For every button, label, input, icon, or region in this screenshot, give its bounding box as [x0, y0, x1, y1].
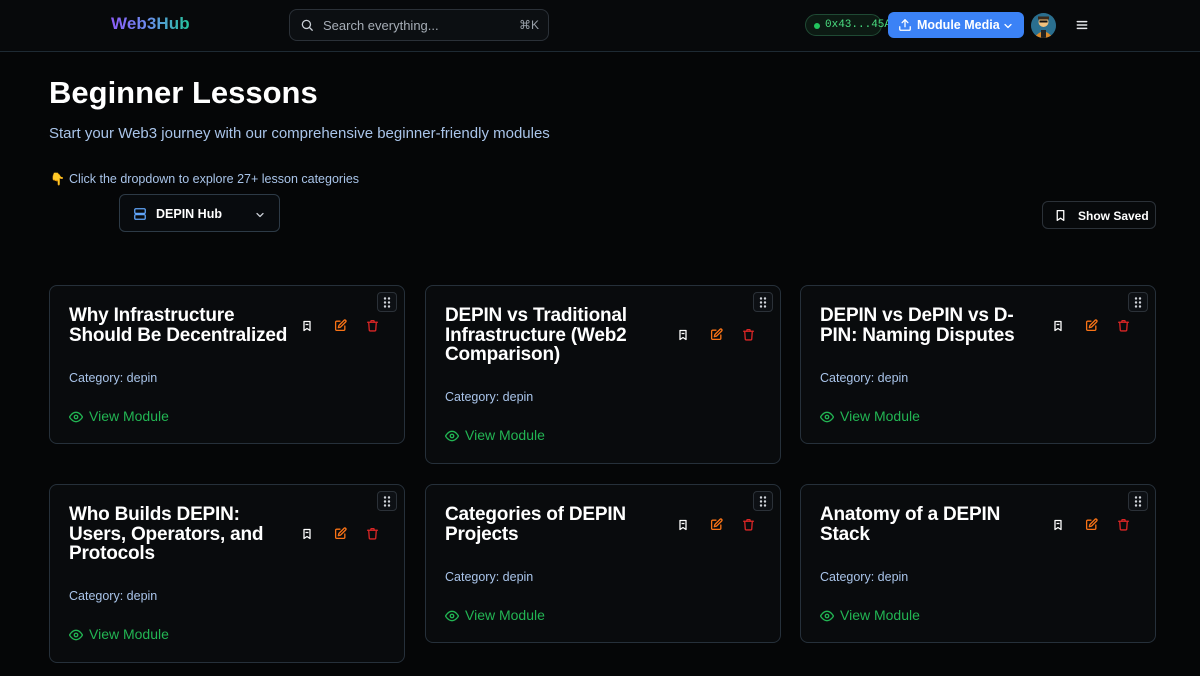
view-module-label: View Module: [840, 607, 920, 623]
eye-icon: [819, 609, 835, 623]
eye-icon: [819, 410, 835, 424]
category-dropdown-label: DEPIN Hub: [156, 207, 222, 221]
menu-icon[interactable]: [1074, 17, 1090, 33]
drag-handle-icon[interactable]: [1128, 491, 1148, 511]
bookmark-icon[interactable]: [301, 527, 315, 541]
eye-icon: [68, 628, 84, 642]
search-shortcut: ⌘K: [518, 18, 539, 32]
trash-icon[interactable]: [1117, 319, 1131, 333]
chevron-down-icon: [1002, 19, 1014, 31]
view-module-label: View Module: [89, 408, 169, 424]
wallet-address: 0x43...45A: [825, 19, 892, 31]
lesson-category: Category: depin: [820, 570, 909, 584]
lesson-category: Category: depin: [69, 589, 158, 603]
module-media-button[interactable]: Module Media: [888, 12, 1024, 38]
bookmark-icon[interactable]: [677, 328, 691, 342]
lesson-title: Anatomy of a DEPIN Stack: [820, 504, 1001, 545]
bookmark-icon[interactable]: [1052, 319, 1066, 333]
bookmark-icon[interactable]: [1052, 518, 1066, 532]
lesson-card[interactable]: Who Builds DEPIN: Users, Operators, and …: [49, 484, 405, 663]
lesson-title: Categories of DEPIN Projects: [445, 504, 626, 545]
bookmark-icon[interactable]: [677, 518, 691, 532]
lesson-card[interactable]: Categories of DEPIN Projects Category: de…: [425, 484, 781, 643]
server-stack-icon: [133, 207, 147, 221]
lesson-card[interactable]: Why Infrastructure Should Be Decentraliz…: [49, 285, 405, 444]
lesson-card[interactable]: DEPIN vs DePIN vs D-PIN: Naming Disputes…: [800, 285, 1156, 444]
search-icon: [300, 18, 314, 32]
wallet-badge[interactable]: 0x43...45A: [805, 14, 891, 36]
pointing-down-icon: 👇: [50, 172, 65, 186]
edit-icon[interactable]: [1085, 318, 1099, 333]
card-actions: [1052, 517, 1132, 532]
upload-icon: [898, 18, 912, 32]
trash-icon[interactable]: [366, 319, 380, 333]
lesson-title: Why Infrastructure Should Be Decentraliz…: [69, 305, 288, 346]
bookmark-icon: [1054, 209, 1067, 222]
view-module-label: View Module: [465, 607, 545, 623]
hint-text: Click the dropdown to explore 27+ lesson…: [68, 172, 360, 186]
bookmark-icon[interactable]: [301, 319, 315, 333]
drag-handle-icon[interactable]: [1128, 292, 1148, 312]
page-title: Beginner Lessons: [49, 75, 318, 110]
top-bar: Web3Hub Search everything... ⌘K 0x43...4…: [0, 0, 1200, 52]
trash-icon[interactable]: [366, 527, 380, 541]
lesson-category: Category: depin: [445, 390, 534, 404]
connected-dot-icon: [814, 23, 820, 29]
lesson-card[interactable]: Anatomy of a DEPIN Stack Category: depin V…: [800, 484, 1156, 643]
show-saved-label: Show Saved: [1078, 209, 1149, 223]
drag-handle-icon[interactable]: [377, 491, 397, 511]
drag-handle-icon[interactable]: [753, 491, 773, 511]
logo[interactable]: Web3Hub: [111, 14, 190, 34]
view-module-label: View Module: [89, 626, 169, 642]
card-actions: [1052, 318, 1132, 333]
lesson-title: DEPIN vs DePIN vs D-PIN: Naming Disputes: [820, 305, 1015, 346]
edit-icon[interactable]: [710, 517, 724, 532]
avatar[interactable]: [1031, 13, 1056, 38]
lesson-title: Who Builds DEPIN: Users, Operators, and …: [69, 504, 264, 564]
search-placeholder: Search everything...: [323, 18, 439, 33]
trash-icon[interactable]: [742, 328, 756, 342]
edit-icon[interactable]: [1085, 517, 1099, 532]
card-actions: [301, 527, 381, 541]
edit-icon[interactable]: [334, 318, 348, 333]
lesson-category: Category: depin: [820, 371, 909, 385]
card-actions: [677, 517, 757, 532]
module-media-label: Module Media: [917, 18, 1000, 32]
chevron-down-icon: [254, 208, 266, 220]
trash-icon[interactable]: [742, 518, 756, 532]
edit-icon[interactable]: [710, 328, 724, 342]
view-module-label: View Module: [840, 408, 920, 424]
lesson-category: Category: depin: [69, 371, 158, 385]
drag-handle-icon[interactable]: [377, 292, 397, 312]
lesson-title: DEPIN vs Traditional Infrastructure (Web…: [445, 305, 627, 365]
page-subtitle: Start your Web3 journey with our compreh…: [49, 125, 550, 142]
trash-icon[interactable]: [1117, 518, 1131, 532]
eye-icon: [444, 429, 460, 443]
dropdown-hint: 👇 Click the dropdown to explore 27+ lesso…: [50, 172, 359, 186]
lesson-category: Category: depin: [445, 570, 534, 584]
search-input[interactable]: Search everything... ⌘K: [289, 9, 549, 41]
category-dropdown[interactable]: DEPIN Hub: [119, 194, 280, 232]
drag-handle-icon[interactable]: [753, 292, 773, 312]
card-actions: [677, 328, 757, 342]
view-module-label: View Module: [465, 427, 545, 443]
lesson-card[interactable]: DEPIN vs Traditional Infrastructure (Web…: [425, 285, 781, 464]
show-saved-button[interactable]: Show Saved: [1042, 201, 1156, 229]
eye-icon: [68, 410, 84, 424]
eye-icon: [444, 609, 460, 623]
edit-icon[interactable]: [334, 527, 348, 541]
card-actions: [301, 318, 381, 333]
